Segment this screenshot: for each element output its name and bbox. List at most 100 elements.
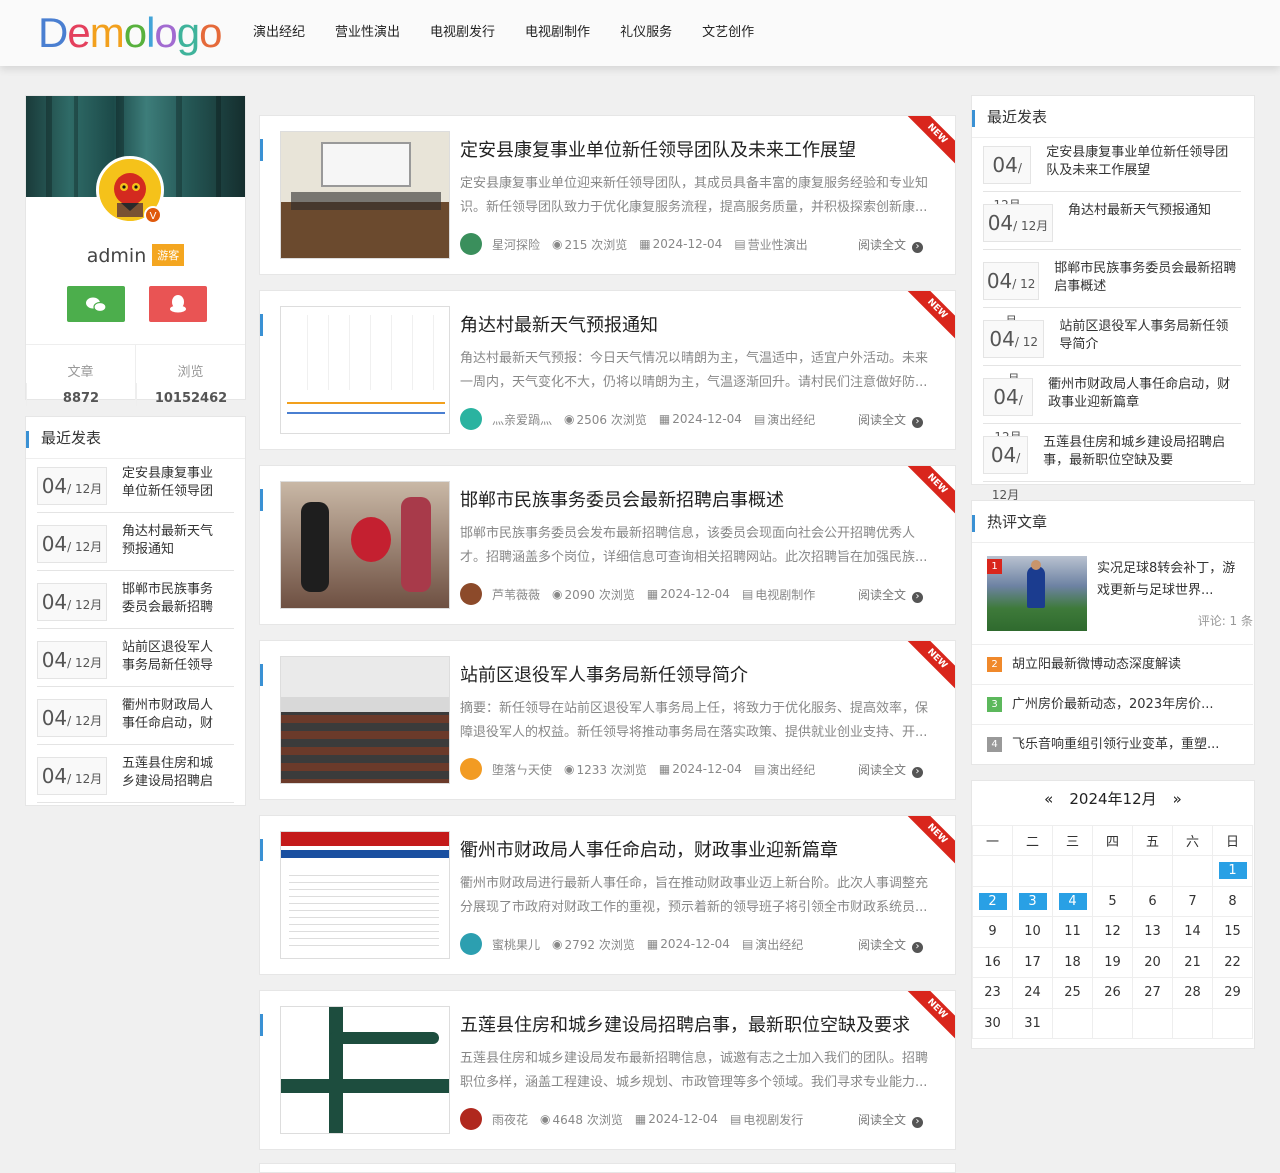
recent-item[interactable]: 04/ 12月 五莲县住房和城乡建设局招聘启事，最新职位空缺及要 bbox=[983, 430, 1241, 502]
recent-item[interactable]: 04/ 12月 定安县康复事业单位新任领导团 bbox=[37, 461, 234, 513]
nav-item[interactable]: 演出经纪 bbox=[238, 0, 320, 66]
article-title[interactable]: 定安县康复事业单位新任领导团队及未来工作展望 bbox=[460, 136, 856, 162]
article-title[interactable]: 五莲县住房和城乡建设局招聘启事，最新职位空缺及要求 bbox=[460, 1011, 910, 1037]
calendar-day[interactable]: 30 bbox=[972, 1007, 1013, 1039]
hot-item[interactable]: 2 胡立阳最新微博动态深度解读 bbox=[972, 644, 1253, 684]
calendar-day[interactable]: 11 bbox=[1052, 916, 1093, 948]
read-more-link[interactable]: 阅读全文 bbox=[858, 411, 923, 428]
calendar-day[interactable]: 19 bbox=[1092, 946, 1133, 978]
calendar-day[interactable]: 4 bbox=[1052, 885, 1093, 917]
read-more-link[interactable]: 阅读全文 bbox=[858, 761, 923, 778]
author-name[interactable]: 星河探险 bbox=[492, 236, 540, 253]
article-title[interactable]: 邯郸市民族事务委员会最新招聘启事概述 bbox=[460, 486, 784, 512]
recent-title[interactable]: 衢州市财政局人事任命启动，财 bbox=[122, 697, 222, 733]
calendar-day[interactable]: 10 bbox=[1012, 916, 1053, 948]
recent-item[interactable]: 04/ 12月 邯郸市民族事务委员会最新招聘 bbox=[37, 577, 234, 629]
calendar-day[interactable]: 22 bbox=[1212, 946, 1253, 978]
wechat-button[interactable] bbox=[67, 286, 125, 322]
article-title[interactable]: 角达村最新天气预报通知 bbox=[460, 311, 658, 337]
recent-title[interactable]: 站前区退役军人事务局新任领导简介 bbox=[1059, 318, 1241, 354]
recent-title[interactable]: 五莲县住房和城乡建设局招聘启 bbox=[122, 755, 222, 791]
article-thumbnail[interactable] bbox=[280, 481, 450, 609]
calendar-next-button[interactable]: » bbox=[1173, 790, 1182, 808]
calendar-day[interactable]: 12 bbox=[1092, 916, 1133, 948]
recent-title[interactable]: 角达村最新天气预报通知 bbox=[1068, 202, 1211, 238]
category-link[interactable]: 演出经纪 bbox=[767, 761, 815, 778]
nav-item[interactable]: 文艺创作 bbox=[687, 0, 769, 66]
read-more-link[interactable]: 阅读全文 bbox=[858, 236, 923, 253]
recent-item[interactable]: 04/ 12月 角达村最新天气预报通知 bbox=[983, 198, 1241, 250]
calendar-day[interactable]: 21 bbox=[1172, 946, 1213, 978]
article-thumbnail[interactable] bbox=[280, 831, 450, 959]
recent-title[interactable]: 站前区退役军人事务局新任领导 bbox=[122, 639, 222, 675]
category-link[interactable]: 营业性演出 bbox=[748, 236, 808, 253]
hot-item[interactable]: 3 广州房价最新动态，2023年房价... bbox=[972, 684, 1253, 724]
recent-item[interactable]: 04/ 12月邯郸市民族事务委员会最新招聘启事概述 bbox=[983, 256, 1241, 328]
calendar-day[interactable]: 18 bbox=[1052, 946, 1093, 978]
hot-item-featured[interactable]: 1 实况足球8转会补丁，游戏更新与足球世界... 评论: 1 条 bbox=[983, 556, 1253, 646]
calendar-day[interactable]: 14 bbox=[1172, 916, 1213, 948]
calendar-day[interactable]: 1 bbox=[1212, 855, 1253, 887]
read-more-link[interactable]: 阅读全文 bbox=[858, 586, 923, 603]
nav-item[interactable]: 礼仪服务 bbox=[605, 0, 687, 66]
category-link[interactable]: 电视剧发行 bbox=[743, 1111, 803, 1128]
calendar-day[interactable]: 24 bbox=[1012, 977, 1053, 1009]
recent-title[interactable]: 衢州市财政局人事任命启动，财政事业迎新篇章 bbox=[1048, 376, 1241, 412]
author-avatar[interactable] bbox=[460, 1108, 482, 1130]
calendar-day[interactable]: 15 bbox=[1212, 916, 1253, 948]
category-link[interactable]: 演出经纪 bbox=[755, 936, 803, 953]
nav-item[interactable]: 电视剧发行 bbox=[415, 0, 510, 66]
calendar-prev-button[interactable]: « bbox=[1044, 790, 1053, 808]
recent-item[interactable]: 04/ 12月站前区退役军人事务局新任领导简介 bbox=[983, 314, 1241, 386]
calendar-day[interactable]: 2 bbox=[972, 885, 1013, 917]
author-name[interactable]: 灬亲爱踻灬 bbox=[492, 411, 552, 428]
recent-item[interactable]: 04/ 12月 五莲县住房和城乡建设局招聘启 bbox=[37, 751, 234, 803]
recent-item[interactable]: 04/ 12月 站前区退役军人事务局新任领导 bbox=[37, 635, 234, 687]
author-avatar[interactable] bbox=[460, 933, 482, 955]
recent-title[interactable]: 定安县康复事业单位新任领导团队及未来工作展望 bbox=[1046, 144, 1241, 180]
calendar-day[interactable]: 13 bbox=[1132, 916, 1173, 948]
calendar-day[interactable]: 31 bbox=[1012, 1007, 1053, 1039]
author-name[interactable]: 蜜桃果儿 bbox=[492, 936, 540, 953]
nav-item[interactable]: 电视剧制作 bbox=[510, 0, 605, 66]
author-name[interactable]: 堕落ㄣ天使 bbox=[492, 761, 552, 778]
qq-button[interactable] bbox=[149, 286, 207, 322]
site-logo[interactable]: Demologo bbox=[38, 9, 223, 57]
author-avatar[interactable] bbox=[460, 758, 482, 780]
calendar-day[interactable]: 9 bbox=[972, 916, 1013, 948]
calendar-day[interactable]: 20 bbox=[1132, 946, 1173, 978]
calendar-day[interactable]: 8 bbox=[1212, 885, 1253, 917]
author-name[interactable]: 芦苇薇薇 bbox=[492, 586, 540, 603]
calendar-day[interactable]: 29 bbox=[1212, 977, 1253, 1009]
calendar-day[interactable]: 25 bbox=[1052, 977, 1093, 1009]
calendar-day[interactable]: 7 bbox=[1172, 885, 1213, 917]
category-link[interactable]: 电视剧制作 bbox=[755, 586, 815, 603]
category-link[interactable]: 演出经纪 bbox=[767, 411, 815, 428]
article-title[interactable]: 衢州市财政局人事任命启动，财政事业迎新篇章 bbox=[460, 836, 838, 862]
recent-item[interactable]: 04/ 12月 衢州市财政局人事任命启动，财 bbox=[37, 693, 234, 745]
calendar-day[interactable]: 5 bbox=[1092, 885, 1133, 917]
calendar-day[interactable]: 6 bbox=[1132, 885, 1173, 917]
article-thumbnail[interactable] bbox=[280, 306, 450, 434]
recent-title[interactable]: 五莲县住房和城乡建设局招聘启事，最新职位空缺及要 bbox=[1043, 434, 1241, 470]
recent-item[interactable]: 04/ 12月 角达村最新天气预报通知 bbox=[37, 519, 234, 571]
hot-thumbnail[interactable] bbox=[987, 556, 1087, 631]
recent-title[interactable]: 邯郸市民族事务委员会最新招聘启事概述 bbox=[1054, 260, 1241, 296]
recent-item[interactable]: 04/ 12月定安县康复事业单位新任领导团队及未来工作展望 bbox=[983, 140, 1241, 212]
article-thumbnail[interactable] bbox=[280, 656, 450, 784]
recent-title[interactable]: 邯郸市民族事务委员会最新招聘 bbox=[122, 581, 222, 617]
calendar-day[interactable]: 16 bbox=[972, 946, 1013, 978]
calendar-day[interactable]: 28 bbox=[1172, 977, 1213, 1009]
read-more-link[interactable]: 阅读全文 bbox=[858, 1111, 923, 1128]
recent-title[interactable]: 定安县康复事业单位新任领导团 bbox=[122, 465, 222, 501]
author-avatar[interactable] bbox=[460, 583, 482, 605]
read-more-link[interactable]: 阅读全文 bbox=[858, 936, 923, 953]
article-thumbnail[interactable] bbox=[280, 1006, 450, 1134]
hot-title[interactable]: 实况足球8转会补丁，游戏更新与足球世界... bbox=[1097, 558, 1242, 602]
calendar-day[interactable]: 17 bbox=[1012, 946, 1053, 978]
recent-item[interactable]: 04/ 12月衢州市财政局人事任命启动，财政事业迎新篇章 bbox=[983, 372, 1241, 444]
calendar-day[interactable]: 26 bbox=[1092, 977, 1133, 1009]
nav-item[interactable]: 营业性演出 bbox=[320, 0, 415, 66]
author-name[interactable]: 雨夜花 bbox=[492, 1111, 528, 1128]
author-avatar[interactable] bbox=[460, 233, 482, 255]
